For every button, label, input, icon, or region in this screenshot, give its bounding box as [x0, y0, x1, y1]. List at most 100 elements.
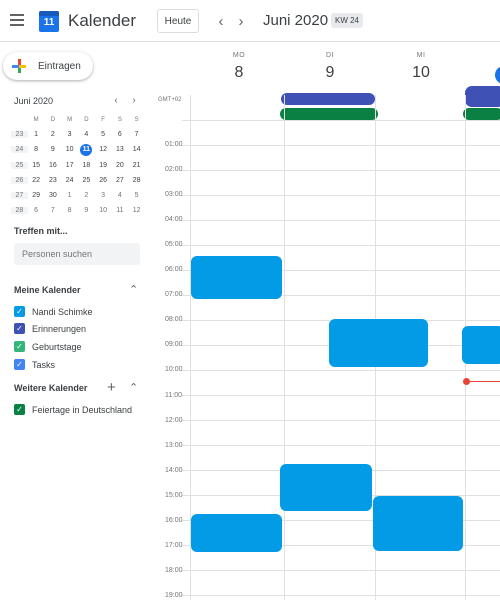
plus-icon — [12, 59, 26, 73]
mini-day[interactable]: 4 — [78, 131, 95, 138]
people-search-input[interactable] — [14, 243, 140, 265]
week-number-badge: KW 24 — [331, 13, 364, 28]
hour-label: 05:00 — [165, 241, 183, 248]
calendar-item-label: Erinnerungen — [32, 323, 87, 334]
mini-day[interactable]: 9 — [45, 146, 62, 153]
mini-day[interactable]: 24 — [61, 177, 78, 184]
day-header-tue[interactable]: DI 9 — [285, 52, 375, 82]
week-number[interactable]: 28 — [11, 207, 28, 215]
weekday-label: S — [117, 116, 122, 123]
mini-day-today[interactable]: 11 — [78, 143, 95, 156]
hour-label: 11:00 — [165, 392, 182, 399]
mini-day[interactable]: 13 — [112, 146, 129, 153]
mini-day[interactable]: 21 — [128, 162, 145, 169]
mini-prev-icon[interactable]: ‹ — [110, 95, 122, 106]
mini-day[interactable]: 19 — [95, 162, 112, 169]
mini-day[interactable]: 16 — [45, 162, 62, 169]
week-number[interactable]: 23 — [11, 131, 28, 139]
checkbox-icon[interactable]: ✓ — [14, 323, 25, 334]
menu-icon[interactable] — [10, 12, 28, 30]
calendar-event[interactable] — [373, 496, 463, 551]
calendar-event[interactable] — [280, 464, 372, 511]
add-icon[interactable]: + — [107, 379, 116, 396]
mini-day[interactable]: 11 — [112, 207, 129, 214]
my-calendars-title[interactable]: Meine Kalender — [14, 285, 81, 295]
mini-day[interactable]: 14 — [128, 146, 145, 153]
mini-day[interactable]: 15 — [28, 162, 45, 169]
mini-day[interactable]: 29 — [28, 192, 45, 199]
day-number[interactable]: 10 — [376, 64, 466, 82]
mini-day[interactable]: 5 — [128, 192, 145, 199]
mini-day[interactable]: 5 — [95, 131, 112, 138]
mini-day[interactable]: 2 — [45, 131, 62, 138]
day-header-wed[interactable]: MI 10 — [376, 52, 466, 82]
week-number[interactable]: 26 — [11, 176, 28, 184]
mini-day[interactable]: 17 — [61, 162, 78, 169]
mini-day[interactable]: 1 — [28, 131, 45, 138]
calendar-item[interactable]: ✓ Nandi Schimke — [14, 306, 93, 317]
chevron-right-icon[interactable]: › — [232, 12, 250, 30]
weekday-label: M — [33, 116, 39, 123]
mini-day[interactable]: 30 — [45, 192, 62, 199]
mini-day[interactable]: 3 — [61, 131, 78, 138]
weekday-label: D — [50, 116, 56, 123]
chevron-left-icon[interactable]: ‹ — [212, 12, 230, 30]
hour-label: 04:00 — [165, 216, 183, 223]
mini-day[interactable]: 7 — [128, 131, 145, 138]
other-calendars-title[interactable]: Weitere Kalender — [14, 383, 87, 393]
hour-label: 16:00 — [165, 517, 183, 524]
mini-calendar-title: Juni 2020 — [14, 96, 54, 106]
mini-day[interactable]: 1 — [61, 192, 78, 199]
chevron-up-icon[interactable]: ⌃ — [129, 381, 138, 394]
mini-day[interactable]: 3 — [95, 192, 112, 199]
chevron-up-icon[interactable]: ⌃ — [129, 283, 138, 296]
calendar-event[interactable] — [191, 256, 282, 299]
mini-day[interactable]: 25 — [78, 177, 95, 184]
mini-day[interactable]: 8 — [61, 207, 78, 214]
calendar-item[interactable]: ✓ Feiertage in Deutschland — [14, 404, 132, 415]
week-number[interactable]: 25 — [11, 161, 28, 169]
week-number[interactable]: 27 — [11, 192, 28, 200]
mini-day[interactable]: 6 — [28, 207, 45, 214]
today-button[interactable]: Heute — [157, 9, 199, 33]
mini-day[interactable]: 12 — [128, 207, 145, 214]
mini-day[interactable]: 10 — [61, 146, 78, 153]
mini-day[interactable]: 10 — [95, 207, 112, 214]
calendar-event[interactable] — [462, 326, 500, 364]
mini-day[interactable]: 20 — [112, 162, 129, 169]
mini-day[interactable]: 12 — [95, 146, 112, 153]
hour-label: 10:00 — [165, 366, 183, 373]
day-header-mon[interactable]: MO 8 — [194, 52, 284, 82]
checkbox-icon[interactable]: ✓ — [14, 306, 25, 317]
hour-label: 13:00 — [165, 442, 183, 449]
hour-label: 01:00 — [165, 141, 183, 148]
mini-day[interactable]: 7 — [45, 207, 62, 214]
calendar-item[interactable]: ✓ Erinnerungen — [14, 323, 86, 334]
mini-day[interactable]: 8 — [28, 146, 45, 153]
mini-day[interactable]: 22 — [28, 177, 45, 184]
day-number[interactable]: 8 — [194, 64, 284, 82]
mini-next-icon[interactable]: › — [128, 95, 140, 106]
week-number[interactable]: 24 — [11, 146, 28, 154]
calendar-event[interactable] — [329, 319, 428, 367]
calendar-item-label: Tasks — [32, 359, 56, 370]
mini-day[interactable]: 9 — [78, 207, 95, 214]
create-button[interactable]: Eintragen — [3, 52, 93, 80]
mini-day[interactable]: 2 — [78, 192, 95, 199]
day-number[interactable]: 9 — [285, 64, 375, 82]
checkbox-icon[interactable]: ✓ — [14, 404, 25, 415]
mini-day[interactable]: 28 — [128, 177, 145, 184]
mini-day[interactable]: 27 — [112, 177, 129, 184]
hour-label: 02:00 — [165, 166, 183, 173]
calendar-event[interactable] — [191, 514, 282, 552]
today-circle[interactable] — [495, 66, 500, 84]
calendar-item[interactable]: ✓ Tasks — [14, 359, 55, 370]
mini-day[interactable]: 6 — [112, 131, 129, 138]
calendar-item[interactable]: ✓ Geburtstage — [14, 341, 82, 352]
mini-day[interactable]: 23 — [45, 177, 62, 184]
checkbox-icon[interactable]: ✓ — [14, 359, 25, 370]
mini-day[interactable]: 18 — [78, 162, 95, 169]
mini-day[interactable]: 4 — [112, 192, 129, 199]
mini-day[interactable]: 26 — [95, 177, 112, 184]
checkbox-icon[interactable]: ✓ — [14, 341, 25, 352]
